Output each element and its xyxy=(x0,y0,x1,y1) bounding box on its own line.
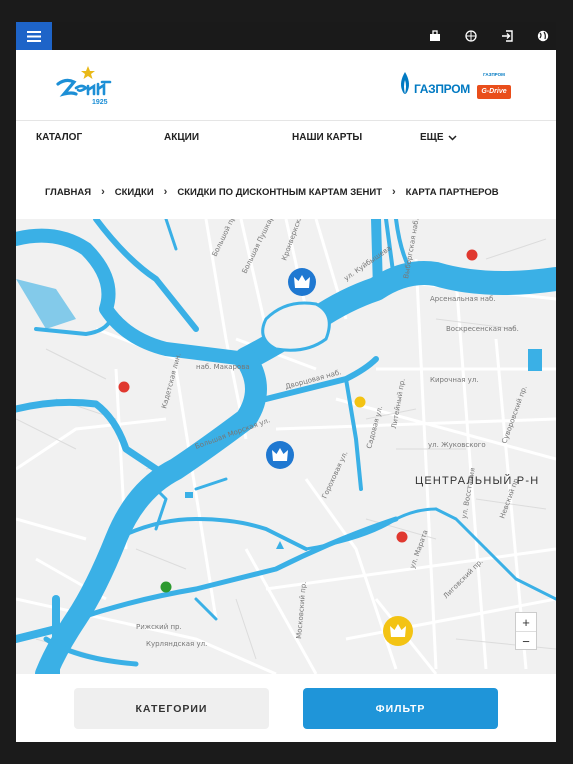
nav-our-cards[interactable]: НАШИ КАРТЫ xyxy=(292,132,362,143)
map-marker-red[interactable] xyxy=(118,381,130,393)
svg-text:Арсенальная наб.: Арсенальная наб. xyxy=(430,295,496,303)
hamburger-icon xyxy=(27,30,41,42)
app-screen: 1925 ГАЗПРОМ ГАЗПРОМ G-Drive КАТАЛОГ АКЦ… xyxy=(16,22,556,742)
breadcrumb-partner-map: КАРТА ПАРТНЕРОВ xyxy=(405,186,499,198)
zoom-in-button[interactable]: + xyxy=(516,613,536,632)
filter-button[interactable]: ФИЛЬТР xyxy=(303,688,498,729)
map-marker-blue-crown[interactable] xyxy=(288,268,316,296)
gdrive-logo[interactable]: ГАЗПРОМ G-Drive xyxy=(477,70,511,102)
breadcrumb: ГЛАВНАЯ › СКИДКИ › СКИДКИ ПО ДИСКОНТНЫМ … xyxy=(45,186,499,198)
nav-promotions[interactable]: АКЦИИ xyxy=(164,132,199,143)
map-marker-red[interactable] xyxy=(466,249,478,261)
svg-text:Рижский пр.: Рижский пр. xyxy=(136,623,182,631)
top-bar xyxy=(16,22,556,50)
breadcrumb-card-discounts[interactable]: СКИДКИ ПО ДИСКОНТНЫМ КАРТАМ ЗЕНИТ xyxy=(177,187,382,198)
map-marker-green[interactable] xyxy=(160,581,172,593)
main-nav: КАТАЛОГ АКЦИИ НАШИ КАРТЫ ЕЩЕ xyxy=(16,120,556,157)
chevron-right-icon: › xyxy=(101,186,105,198)
svg-text:Воскресенская наб.: Воскресенская наб. xyxy=(446,325,519,333)
chevron-right-icon: › xyxy=(163,186,168,198)
chevron-down-icon xyxy=(448,134,457,141)
map-marker-yellow-crown[interactable] xyxy=(383,616,413,646)
menu-button[interactable] xyxy=(16,22,52,50)
categories-button[interactable]: КАТЕГОРИИ xyxy=(74,688,269,729)
svg-text:наб. Макарова: наб. Макарова xyxy=(196,363,250,371)
login-icon[interactable] xyxy=(500,29,514,43)
nav-catalog[interactable]: КАТАЛОГ xyxy=(36,132,82,143)
map-marker-red[interactable] xyxy=(396,531,408,543)
site-header: 1925 ГАЗПРОМ ГАЗПРОМ G-Drive xyxy=(16,50,556,120)
partners-map[interactable]: Большой проспект П.С. Большая Пушкарская… xyxy=(16,219,556,674)
breadcrumb-discounts[interactable]: СКИДКИ xyxy=(115,187,154,198)
bottom-actions: КАТЕГОРИИ ФИЛЬТР xyxy=(16,674,556,742)
map-canvas[interactable]: Большой проспект П.С. Большая Пушкарская… xyxy=(16,219,556,674)
svg-text:1925: 1925 xyxy=(92,99,108,106)
chevron-right-icon: › xyxy=(392,186,396,198)
svg-text:Курляндская ул.: Курляндская ул. xyxy=(146,640,207,648)
zenit-logo[interactable]: 1925 xyxy=(54,64,114,106)
globe-icon[interactable] xyxy=(536,29,550,43)
zoom-out-button[interactable]: − xyxy=(516,632,536,650)
map-marker-blue-crown[interactable] xyxy=(266,441,294,469)
gazprom-flame-icon xyxy=(401,72,409,94)
gazprom-logo-text[interactable]: ГАЗПРОМ xyxy=(414,82,470,96)
basketball-icon[interactable] xyxy=(464,29,478,43)
svg-text:ул. Жуковского: ул. Жуковского xyxy=(428,441,486,449)
district-label: ЦЕНТРАЛЬНЫЙ Р-Н xyxy=(415,475,540,487)
bag-icon[interactable] xyxy=(428,29,442,43)
nav-more-label: ЕЩЕ xyxy=(420,132,444,143)
breadcrumb-home[interactable]: ГЛАВНАЯ xyxy=(45,187,91,198)
nav-more[interactable]: ЕЩЕ xyxy=(420,132,457,143)
map-marker-yellow[interactable] xyxy=(354,396,366,408)
zoom-control: + − xyxy=(515,612,537,650)
svg-text:Кирочная ул.: Кирочная ул. xyxy=(430,376,479,384)
